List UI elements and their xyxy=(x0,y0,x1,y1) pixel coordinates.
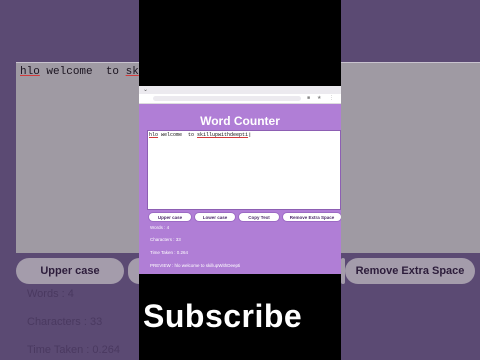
words-stat: Words : 4 xyxy=(150,225,170,230)
background-lower-case-button-edge xyxy=(128,258,139,284)
background-text-underlined: hlo xyxy=(20,66,40,78)
url-input[interactable] xyxy=(153,96,301,101)
subscribe-overlay-text: Subscribe xyxy=(143,298,303,334)
background-text-rest: welcome to sk xyxy=(39,66,139,78)
browser-window: ⌄ ■ ★ ⋮ Word Counter hlo welcome to skil… xyxy=(139,86,341,274)
background-textarea xyxy=(16,62,139,253)
bookmark-icon[interactable]: ★ xyxy=(317,95,321,101)
background-characters-stat: Characters : 33 xyxy=(27,316,103,328)
background-textarea-right xyxy=(341,62,480,253)
upper-case-button[interactable]: Upper case xyxy=(149,213,191,221)
background-time-taken-stat: Time Taken : 0.264 xyxy=(27,344,120,356)
background-upper-case-button: Upper case xyxy=(16,258,124,284)
background-textarea-text: hlo welcome to sk xyxy=(20,66,139,78)
preview-text: PREVIEW : hlo welcome to skillupWithDeep… xyxy=(150,263,241,268)
word-counter-app: Word Counter hlo welcome to skillupwithd… xyxy=(139,104,341,274)
tab-bar: ⌄ xyxy=(139,86,341,94)
lower-case-button[interactable]: Lower case xyxy=(195,213,235,221)
chevron-icon[interactable]: ⌄ xyxy=(143,86,148,93)
remove-extra-space-button[interactable]: Remove Extra Space xyxy=(283,213,341,221)
background-remove-extra-space-button: Remove Extra Space xyxy=(345,258,475,284)
characters-stat: Characters : 33 xyxy=(150,237,181,242)
time-taken-stat: Time Taken : 0.264 xyxy=(150,250,189,255)
text-input-value: hlo welcome to skillupwithdeepti xyxy=(149,132,249,138)
menu-icon[interactable]: ⋮ xyxy=(329,95,334,101)
text-cursor-icon: I xyxy=(249,133,251,139)
background-words-stat: Words : 4 xyxy=(27,288,74,300)
copy-text-button[interactable]: Copy Text xyxy=(239,213,279,221)
extension-icon[interactable]: ■ xyxy=(307,95,310,101)
text-input[interactable] xyxy=(147,130,341,210)
page-title: Word Counter xyxy=(200,114,280,128)
